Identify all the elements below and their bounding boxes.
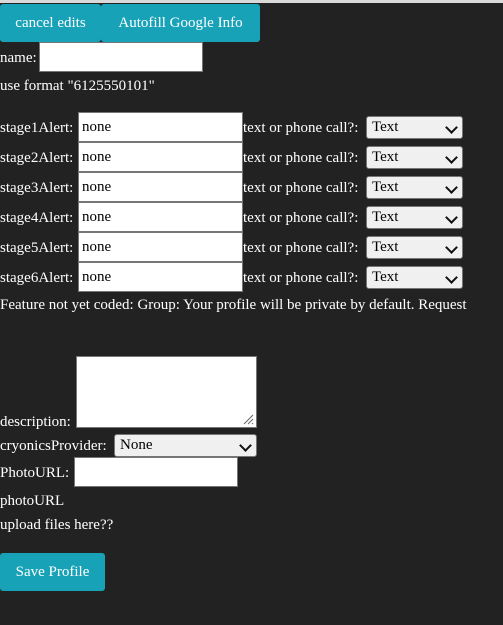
photo-url-caption: photoURL — [0, 493, 65, 509]
contact-mode-value: Text — [372, 119, 399, 135]
save-profile-button[interactable]: Save Profile — [0, 553, 105, 591]
chevron-down-icon — [445, 241, 458, 254]
stage-alert-label: stage2Alert: — [0, 150, 74, 166]
contact-mode-value: Text — [372, 149, 399, 165]
stage-alert-input[interactable] — [78, 202, 243, 232]
name-input[interactable] — [39, 42, 203, 72]
chevron-down-icon — [445, 271, 458, 284]
contact-mode-value: Text — [372, 269, 399, 285]
contact-mode-select[interactable]: Text — [366, 116, 463, 139]
stage-alert-label: stage5Alert: — [0, 240, 74, 256]
chevron-down-icon — [445, 211, 458, 224]
chevron-down-icon — [445, 121, 458, 134]
contact-mode-label: text or phone call?: — [243, 150, 359, 166]
description-textarea[interactable] — [76, 356, 257, 428]
contact-mode-label: text or phone call?: — [243, 210, 359, 226]
chevron-down-icon — [445, 181, 458, 194]
cancel-edits-button[interactable]: cancel edits — [0, 4, 101, 42]
stage-alert-input[interactable] — [78, 172, 243, 202]
contact-mode-select[interactable]: Text — [366, 236, 463, 259]
stage-alert-label: stage6Alert: — [0, 270, 74, 286]
chevron-down-icon — [445, 151, 458, 164]
top-border — [0, 0, 503, 3]
stage-alert-label: stage3Alert: — [0, 180, 74, 196]
contact-mode-select[interactable]: Text — [366, 146, 463, 169]
stage-alert-input[interactable] — [78, 232, 243, 262]
contact-mode-select[interactable]: Text — [366, 176, 463, 199]
contact-mode-value: Text — [372, 209, 399, 225]
contact-mode-label: text or phone call?: — [243, 120, 359, 136]
autofill-google-info-button[interactable]: Autofill Google Info — [101, 4, 260, 42]
phone-format-hint: use format "6125550101" — [0, 78, 155, 94]
name-label: name: — [0, 50, 37, 66]
stage-alert-input[interactable] — [78, 112, 243, 142]
photo-url-input[interactable] — [74, 457, 238, 487]
resize-handle-icon[interactable] — [242, 413, 254, 425]
chevron-down-icon — [239, 439, 252, 452]
contact-mode-label: text or phone call?: — [243, 270, 359, 286]
description-label: description: — [0, 414, 71, 430]
contact-mode-value: Text — [372, 179, 399, 195]
contact-mode-label: text or phone call?: — [243, 180, 359, 196]
cryonics-provider-label: cryonicsProvider: — [0, 438, 107, 454]
contact-mode-label: text or phone call?: — [243, 240, 359, 256]
stage-alert-input[interactable] — [78, 262, 243, 292]
group-feature-note: Feature not yet coded: Group: Your profi… — [0, 297, 467, 313]
cryonics-provider-select[interactable]: None — [114, 434, 257, 457]
contact-mode-value: Text — [372, 239, 399, 255]
photo-url-label: PhotoURL: — [0, 465, 70, 481]
contact-mode-select[interactable]: Text — [366, 266, 463, 289]
contact-mode-select[interactable]: Text — [366, 206, 463, 229]
stage-alert-input[interactable] — [78, 142, 243, 172]
stage-alert-label: stage4Alert: — [0, 210, 74, 226]
cryonics-provider-value: None — [120, 437, 153, 453]
stage-alert-label: stage1Alert: — [0, 120, 74, 136]
upload-files-hint: upload files here?? — [0, 517, 114, 533]
